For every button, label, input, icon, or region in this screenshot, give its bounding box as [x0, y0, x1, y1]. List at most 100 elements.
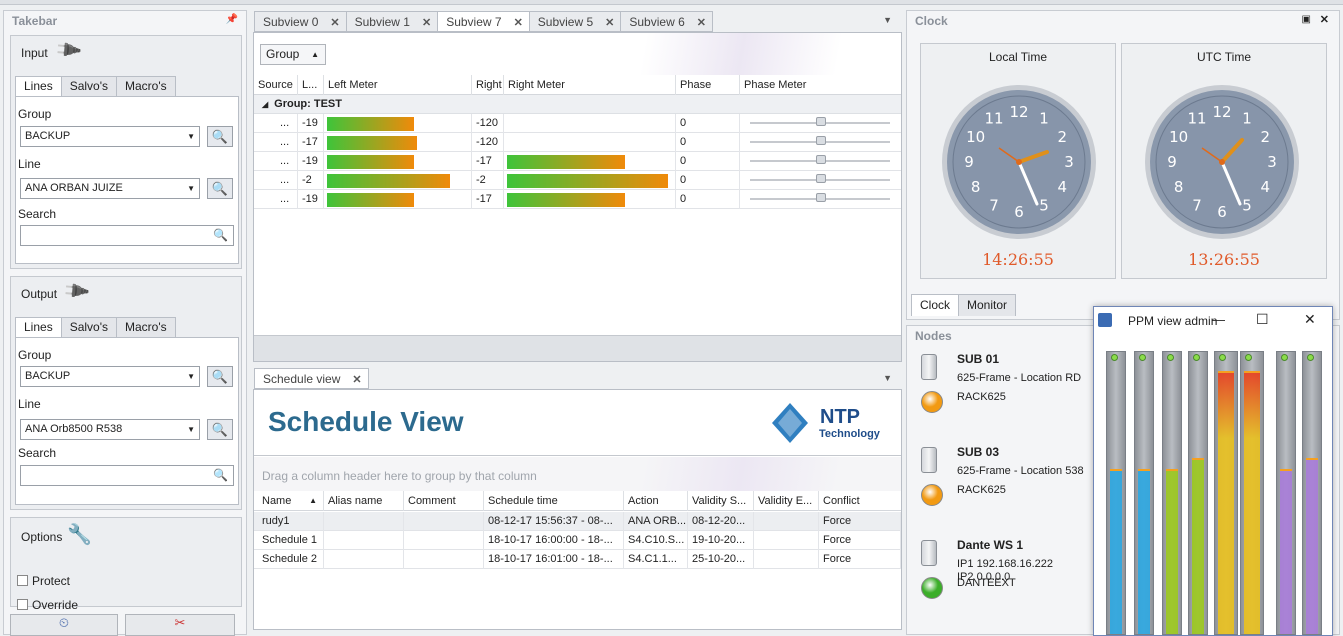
- ppm-meter: [1162, 351, 1182, 635]
- group-combo[interactable]: BACKUP ▼: [20, 126, 200, 147]
- collapse-icon[interactable]: ◢: [262, 100, 268, 109]
- tab-macros[interactable]: Macro's: [116, 317, 176, 337]
- line-combo[interactable]: ANA Orb8500 R538 ▼: [20, 419, 200, 440]
- close-icon[interactable]: ✕: [605, 17, 614, 29]
- tab-label: Subview 6: [629, 15, 685, 29]
- close-icon[interactable]: ✕: [330, 17, 339, 29]
- left-meter: [324, 152, 472, 171]
- override-checkbox[interactable]: [17, 599, 28, 610]
- col-action[interactable]: Action: [624, 491, 688, 511]
- col-alias[interactable]: Alias name: [324, 491, 404, 511]
- tab-subview-7[interactable]: Subview 7 ✕: [437, 11, 530, 32]
- col-source[interactable]: Source: [254, 75, 298, 95]
- close-icon[interactable]: ✕: [352, 374, 361, 386]
- schedule-cell-vend: [754, 531, 819, 550]
- col-phase-meter[interactable]: Phase Meter: [740, 75, 901, 95]
- search-button[interactable]: 🔍: [207, 419, 233, 440]
- tab-menu-icon[interactable]: ▼: [883, 15, 892, 25]
- search-button[interactable]: 🔍: [207, 126, 233, 147]
- line-combo[interactable]: ANA ORBAN JUIZE ▼: [20, 178, 200, 199]
- line-label: Line: [18, 397, 41, 411]
- clock-numeral: 9: [1167, 153, 1177, 171]
- tab-lines[interactable]: Lines: [15, 76, 62, 97]
- tab-clock[interactable]: Clock: [911, 294, 960, 316]
- meter-row[interactable]: ... -19 -120 0: [254, 114, 901, 133]
- input-form: Group BACKUP ▼ 🔍 Line ANA ORBAN JUIZE ▼ 🔍 …: [15, 96, 239, 264]
- tab-monitor[interactable]: Monitor: [958, 294, 1017, 316]
- tab-salvos[interactable]: Salvo's: [60, 76, 117, 96]
- chevron-down-icon: ▼: [187, 425, 195, 434]
- group-row[interactable]: ◢ Group: TEST: [254, 95, 901, 114]
- right-value: -17: [472, 152, 504, 171]
- col-name[interactable]: Name ▲: [258, 491, 324, 511]
- tab-lines[interactable]: Lines: [15, 317, 62, 338]
- col-left-meter[interactable]: Left Meter: [324, 75, 472, 95]
- group-button[interactable]: Group ▲: [260, 44, 326, 65]
- maximize-button[interactable]: ☐: [1256, 311, 1269, 328]
- group-combo[interactable]: BACKUP ▼: [20, 366, 200, 387]
- search-input[interactable]: 🔍: [20, 225, 234, 246]
- meter-row[interactable]: ... -19 -17 0: [254, 152, 901, 171]
- pin-icon[interactable]: 📌: [226, 14, 238, 25]
- close-icon[interactable]: ✕: [697, 17, 706, 29]
- phase-slider-thumb[interactable]: [816, 136, 826, 145]
- schedule-banner: Schedule View NTP Technology: [254, 390, 901, 456]
- group-value: BACKUP: [25, 130, 71, 142]
- search-input[interactable]: 🔍: [20, 465, 234, 486]
- take-button[interactable]: ✂: [125, 614, 235, 636]
- close-icon[interactable]: ✕: [514, 17, 523, 29]
- close-button[interactable]: ✕: [1304, 311, 1316, 328]
- schedule-row[interactable]: Schedule 2 18-10-17 16:01:00 - 18-... S4.C…: [254, 550, 901, 569]
- col-right-meter[interactable]: Right Meter: [504, 75, 676, 95]
- col-right[interactable]: Right: [472, 75, 504, 95]
- search-button[interactable]: 🔍: [207, 366, 233, 387]
- schedule-content: Schedule View NTP Technology Drag a colu…: [253, 389, 902, 630]
- schedule-row[interactable]: Schedule 1 18-10-17 16:00:00 - 18-... S4.C…: [254, 531, 901, 550]
- col-validity-start[interactable]: Validity S...: [688, 491, 754, 511]
- tab-menu-icon[interactable]: ▼: [883, 373, 892, 383]
- output-title: Output: [21, 287, 58, 301]
- restore-icon[interactable]: ▣: [1302, 14, 1311, 25]
- tab-subview-6[interactable]: Subview 6 ✕: [620, 11, 713, 32]
- search-icon: 🔍: [211, 422, 229, 437]
- schedule-cell-name: Schedule 1: [258, 531, 324, 550]
- ppm-meter: [1214, 351, 1238, 635]
- col-validity-end[interactable]: Validity E...: [754, 491, 819, 511]
- subview-toolbar: [254, 33, 901, 75]
- phase-slider-thumb[interactable]: [816, 193, 826, 202]
- meter-row[interactable]: ... -17 -120 0: [254, 133, 901, 152]
- meter-row[interactable]: ... -2 -2 0: [254, 171, 901, 190]
- col-schedule-time[interactable]: Schedule time: [484, 491, 624, 511]
- protect-checkbox[interactable]: [17, 575, 28, 586]
- col-comment[interactable]: Comment: [404, 491, 484, 511]
- minimize-button[interactable]: —: [1212, 312, 1225, 327]
- scissors-icon: ✂: [174, 615, 186, 630]
- phase-slider-thumb[interactable]: [816, 174, 826, 183]
- phase-slider-thumb[interactable]: [816, 117, 826, 126]
- tab-macros[interactable]: Macro's: [116, 76, 176, 96]
- tab-schedule-view[interactable]: Schedule view ✕: [254, 368, 369, 389]
- phase-meter: [740, 171, 901, 190]
- col-phase[interactable]: Phase: [676, 75, 740, 95]
- schedule-button[interactable]: ⏲: [10, 614, 118, 636]
- meter-row[interactable]: ... -19 -17 0: [254, 190, 901, 209]
- clock-numeral: 11: [1187, 110, 1206, 128]
- schedule-cell-name: Schedule 2: [258, 550, 324, 569]
- logo-name: NTP: [820, 406, 860, 428]
- right-meter: [504, 114, 676, 133]
- ppm-meter: [1276, 351, 1296, 635]
- phase-slider-thumb[interactable]: [816, 155, 826, 164]
- close-icon[interactable]: ✕: [1320, 13, 1329, 26]
- tab-salvos[interactable]: Salvo's: [60, 317, 117, 337]
- schedule-row[interactable]: rudy1 08-12-17 15:56:37 - 08-... ANA ORB..…: [254, 512, 901, 531]
- close-icon[interactable]: ✕: [422, 17, 431, 29]
- tab-subview-1[interactable]: Subview 1 ✕: [345, 11, 439, 32]
- ppm-level-bar: [1138, 471, 1150, 634]
- tab-subview-5[interactable]: Subview 5 ✕: [528, 11, 622, 32]
- col-left[interactable]: L...: [298, 75, 324, 95]
- col-conflict[interactable]: Conflict: [819, 491, 901, 511]
- right-meter: [504, 190, 676, 209]
- tab-subview-0[interactable]: Subview 0 ✕: [254, 11, 347, 32]
- search-button[interactable]: 🔍: [207, 178, 233, 199]
- options-group: Options 🔧 Protect Override: [10, 517, 242, 612]
